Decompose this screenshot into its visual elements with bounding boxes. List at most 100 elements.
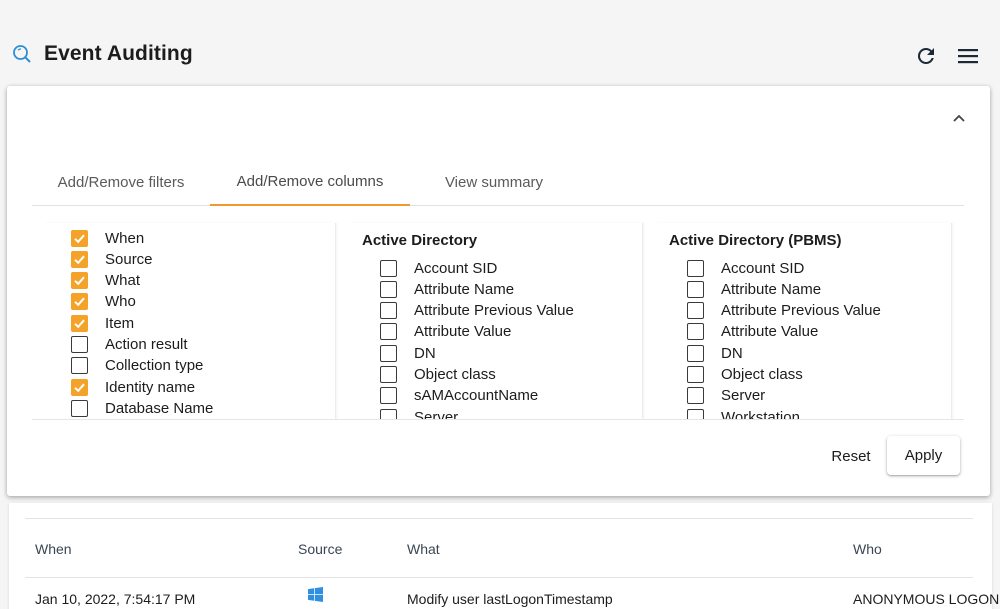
tab-add-remove-filters[interactable]: Add/Remove filters — [32, 158, 210, 206]
column-option-label: Database Name — [105, 399, 214, 417]
checkbox-checked[interactable] — [71, 229, 88, 247]
checkbox-unchecked[interactable] — [380, 259, 397, 277]
reset-button[interactable]: Reset — [825, 438, 877, 474]
column-option[interactable]: Identity name — [71, 377, 195, 397]
column-option[interactable]: Account SID — [380, 258, 497, 278]
column-option[interactable]: Server — [380, 407, 459, 420]
checkbox-unchecked[interactable] — [687, 344, 704, 362]
cell-who: ANONYMOUS LOGON — [853, 591, 1000, 607]
column-option[interactable]: Attribute Value — [687, 322, 818, 342]
checkmark-icon — [74, 297, 85, 307]
column-option[interactable]: Attribute Value — [380, 322, 511, 342]
checkbox-unchecked[interactable] — [687, 408, 704, 419]
column-option[interactable]: DN — [687, 343, 743, 363]
column-option-label: DN — [721, 344, 743, 362]
column-option-label: Attribute Value — [414, 323, 512, 341]
column-option[interactable]: When — [71, 228, 144, 248]
hamburger-menu-icon[interactable] — [956, 45, 980, 67]
checkbox-unchecked[interactable] — [687, 323, 704, 341]
column-option-label: When — [105, 229, 145, 247]
cell-when: Jan 10, 2022, 7:54:17 PM — [35, 591, 196, 607]
column-option-label: Source — [105, 250, 153, 268]
column-option[interactable]: Database Name — [71, 398, 213, 418]
column-option-label: Attribute Previous Value — [414, 302, 574, 320]
column-option[interactable]: Source — [71, 249, 153, 269]
checkbox-unchecked[interactable] — [380, 366, 397, 383]
search-icon — [13, 45, 31, 63]
page-header: Event Auditing — [0, 0, 1000, 86]
column-option-label: Action result — [105, 336, 188, 353]
checkbox-checked[interactable] — [71, 293, 88, 311]
column-option[interactable]: Who — [71, 292, 136, 312]
column-option[interactable]: Attribute Previous Value — [687, 301, 881, 321]
checkbox-unchecked[interactable] — [380, 280, 397, 298]
checkbox-unchecked[interactable] — [71, 336, 88, 353]
column-option-label: What — [105, 272, 141, 290]
column-option-label: DN — [414, 344, 436, 362]
column-option-label: Object class — [414, 366, 496, 383]
checkbox-checked[interactable] — [71, 272, 88, 290]
column-option[interactable]: Attribute Previous Value — [380, 301, 574, 321]
column-option[interactable]: Collection type — [71, 356, 203, 376]
column-header-source[interactable]: Source — [298, 541, 342, 557]
column-option[interactable]: Object class — [380, 365, 496, 385]
checkbox-unchecked[interactable] — [687, 259, 704, 277]
column-option-label: Attribute Name — [414, 280, 515, 298]
column-option-label: Attribute Value — [721, 323, 819, 341]
checkmark-icon — [74, 234, 85, 243]
checkbox-unchecked[interactable] — [687, 366, 704, 383]
columns-list-area[interactable]: When Source What Who Item Action result Collec… — [32, 218, 964, 420]
column-option-label: Identity name — [105, 378, 196, 396]
column-option-label: Workstation — [721, 408, 800, 420]
column-option[interactable]: What — [71, 271, 140, 291]
page-title: Event Auditing — [44, 42, 193, 65]
column-option[interactable]: Attribute Name — [687, 279, 821, 299]
column-option[interactable]: Workstation — [687, 407, 800, 420]
column-option[interactable]: DN — [380, 343, 436, 363]
checkbox-unchecked[interactable] — [687, 280, 704, 298]
column-group-active-directory: Active Directory Account SID Attribute Na… — [350, 223, 643, 420]
column-group-active-directory-pbms: Active Directory (PBMS) Account SID Attri… — [657, 223, 952, 420]
column-header-when[interactable]: When — [35, 541, 72, 557]
column-option[interactable]: Server — [687, 386, 765, 406]
checkbox-checked[interactable] — [71, 314, 88, 332]
results-card: When Source What Who Jan 10, 2022, 7:54:… — [9, 503, 999, 609]
column-option-label: Object class — [721, 366, 803, 383]
apply-button[interactable]: Apply — [887, 436, 960, 475]
checkbox-unchecked[interactable] — [380, 408, 397, 419]
checkmark-icon — [74, 383, 85, 392]
column-option-label: Attribute Name — [721, 280, 822, 298]
column-option[interactable]: Object class — [687, 365, 803, 385]
tab-view-summary[interactable]: View summary — [410, 158, 578, 206]
column-option[interactable]: Attribute Name — [380, 279, 514, 299]
chevron-up-icon[interactable] — [949, 108, 969, 128]
panel-tabs: Add/Remove filters Add/Remove columns Vi… — [32, 158, 964, 206]
column-option-label: Account SID — [721, 259, 805, 277]
column-option-label: Server — [414, 408, 459, 420]
column-header-what[interactable]: What — [407, 541, 440, 557]
column-option-label: Account SID — [414, 259, 498, 277]
column-option[interactable]: Action result — [71, 335, 188, 355]
checkbox-unchecked[interactable] — [687, 302, 704, 320]
checkbox-unchecked[interactable] — [380, 344, 397, 362]
checkbox-checked[interactable] — [71, 250, 88, 268]
checkmark-icon — [74, 276, 85, 286]
refresh-icon[interactable] — [914, 44, 938, 68]
tab-add-remove-columns[interactable]: Add/Remove columns — [210, 158, 410, 206]
checkbox-unchecked[interactable] — [380, 302, 397, 320]
column-header-who[interactable]: Who — [853, 541, 882, 557]
column-option[interactable]: Account SID — [687, 258, 804, 278]
checkmark-icon — [74, 319, 85, 328]
column-option[interactable]: sAMAccountName — [380, 386, 538, 406]
checkbox-unchecked[interactable] — [71, 357, 88, 375]
table-row[interactable]: Jan 10, 2022, 7:54:17 PM Modify user las… — [25, 578, 999, 609]
checkbox-checked[interactable] — [71, 378, 88, 396]
column-option[interactable]: Item — [71, 313, 134, 333]
checkbox-unchecked[interactable] — [71, 399, 88, 417]
events-table: When Source What Who Jan 10, 2022, 7:54:… — [25, 518, 999, 609]
column-option-label: Collection type — [105, 357, 204, 375]
checkbox-unchecked[interactable] — [687, 387, 704, 405]
checkbox-unchecked[interactable] — [380, 323, 397, 341]
checkbox-unchecked[interactable] — [380, 387, 397, 405]
table-header-row: When Source What Who — [25, 518, 973, 578]
